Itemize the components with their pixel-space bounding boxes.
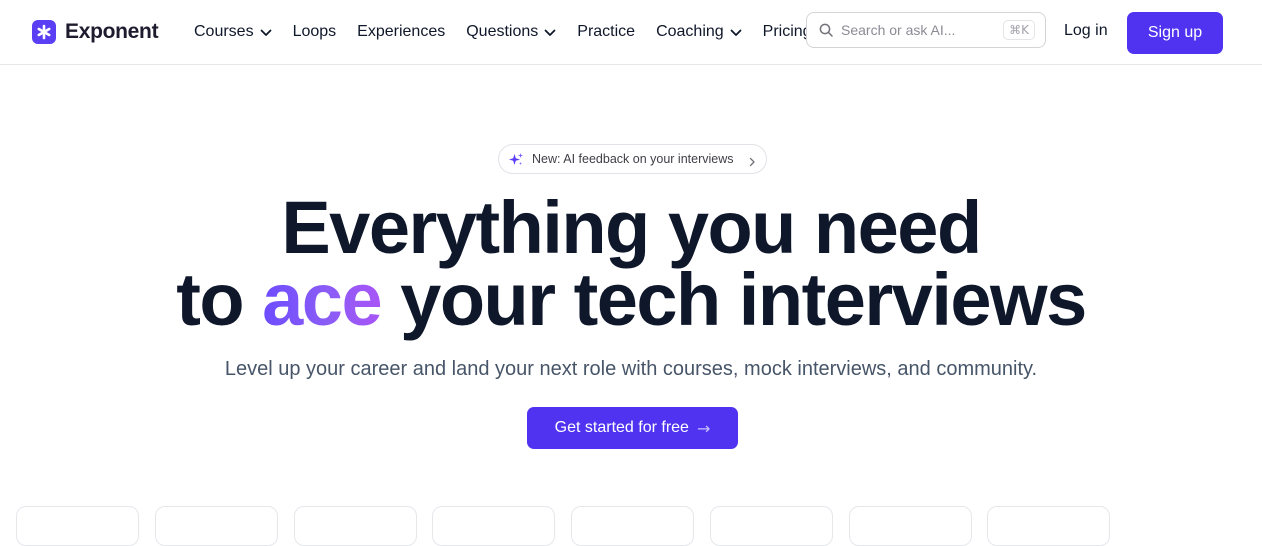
hero-subtitle: Level up your career and land your next … xyxy=(224,358,1038,380)
brand-logo[interactable]: Exponent xyxy=(32,19,159,45)
badge-text: New: AI feedback on your interviews xyxy=(532,152,734,166)
feature-card[interactable] xyxy=(16,506,139,546)
nav-item-questions[interactable]: Questions xyxy=(466,23,556,42)
login-link[interactable]: Log in xyxy=(1064,22,1108,40)
arrow-right-icon: → xyxy=(696,418,711,438)
hero-headline: Everything you need to ace your tech int… xyxy=(0,191,1262,337)
nav-item-coaching[interactable]: Coaching xyxy=(656,23,742,42)
top-navbar: Exponent Courses Loops Experiences Question… xyxy=(0,0,1262,65)
nav-item-experiences[interactable]: Experiences xyxy=(357,23,445,41)
sparkle-icon xyxy=(508,152,524,173)
signup-button[interactable]: Sign up xyxy=(1127,12,1223,54)
search-box[interactable]: ⌘K xyxy=(806,12,1046,48)
announcement-badge[interactable]: New: AI feedback on your interviews xyxy=(498,144,767,174)
headline-post: your tech interviews xyxy=(381,258,1087,341)
nav-item-label: Experiences xyxy=(357,23,446,40)
cta-label: Get started for free xyxy=(554,419,689,436)
feature-card[interactable] xyxy=(710,506,833,546)
feature-card[interactable] xyxy=(294,506,417,546)
nav-item-label: Practice xyxy=(577,23,636,40)
nav-item-label: Pricing xyxy=(762,23,808,40)
search-icon xyxy=(819,23,833,42)
nav-item-label: Coaching xyxy=(656,23,724,40)
search-shortcut-hint: ⌘K xyxy=(1003,20,1035,40)
feature-card[interactable] xyxy=(432,506,555,546)
chevron-right-icon xyxy=(748,154,756,172)
nav-item-practice[interactable]: Practice xyxy=(577,23,635,41)
feature-card[interactable] xyxy=(987,506,1110,546)
nav-item-label: Courses xyxy=(194,23,254,40)
chevron-down-icon xyxy=(544,24,556,42)
get-started-button[interactable]: Get started for free → xyxy=(527,407,738,449)
nav-item-label: Questions xyxy=(466,23,539,40)
headline-pre: to xyxy=(176,258,263,341)
headline-line-1: Everything you need xyxy=(281,186,982,269)
feature-card[interactable] xyxy=(155,506,278,546)
chevron-down-icon xyxy=(260,24,272,42)
headline-accent-word: ace xyxy=(262,258,382,341)
nav-item-courses[interactable]: Courses xyxy=(194,23,272,42)
brand-name: Exponent xyxy=(65,20,159,43)
nav-item-pricing[interactable]: Pricing xyxy=(763,23,808,41)
feature-cards-row xyxy=(0,506,1262,546)
nav-item-label: Loops xyxy=(292,23,337,40)
feature-card[interactable] xyxy=(571,506,694,546)
main-nav: Courses Loops Experiences Questions Practice… xyxy=(194,0,808,64)
asterisk-logo-icon xyxy=(32,20,56,44)
search-input[interactable] xyxy=(841,19,1001,41)
nav-item-loops[interactable]: Loops xyxy=(293,23,337,41)
feature-card[interactable] xyxy=(849,506,972,546)
chevron-down-icon xyxy=(730,24,742,42)
